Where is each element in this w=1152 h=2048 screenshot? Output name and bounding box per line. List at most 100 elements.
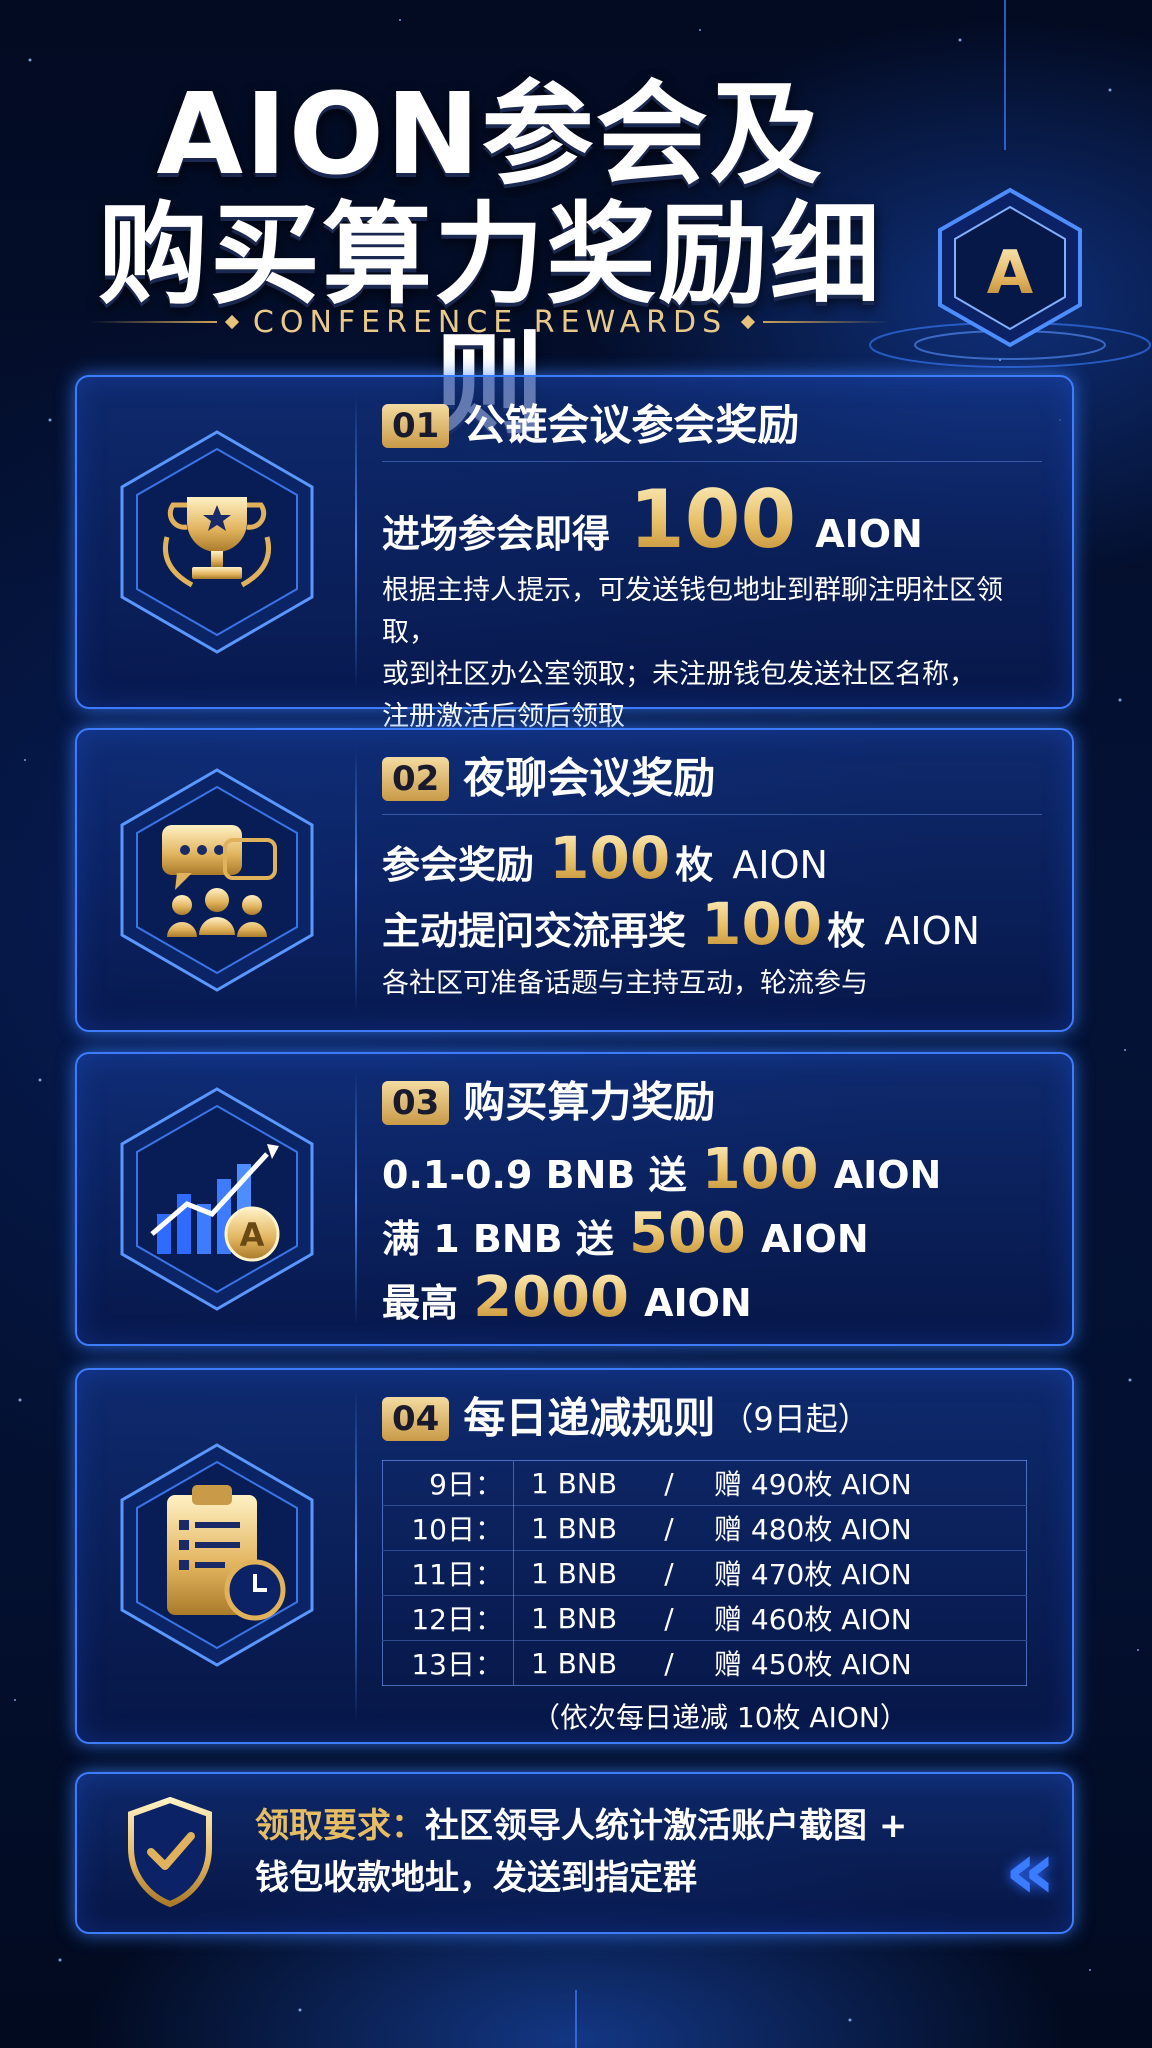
- table-cell-sep: /: [664, 1646, 674, 1680]
- section-content-04: 04 每日递减规则 （9日起） 9日： 1 BNB / 赠 490枚 AION 10…: [382, 1390, 1042, 1736]
- tier-token: AION: [644, 1281, 752, 1325]
- reward-prefix: 参会奖励: [382, 843, 535, 887]
- table-cell-gift: 赠 450枚 AION: [714, 1648, 912, 1681]
- reward-token: AION: [884, 909, 980, 953]
- reward-token: AION: [732, 843, 828, 887]
- table-cell-day: 10日：: [382, 1505, 514, 1551]
- section-number: 03: [382, 1080, 450, 1125]
- section-header: 01 公链会议参会奖励: [382, 397, 1042, 462]
- section-title: 购买算力奖励: [463, 1077, 716, 1127]
- table-cell-bnb: 1 BNB: [513, 1550, 634, 1596]
- desc-line: 根据主持人提示，可发送钱包地址到群聊注明社区领取，: [382, 575, 1003, 648]
- section-title: 夜聊会议奖励: [463, 753, 716, 803]
- subtitle-divider-left: [90, 321, 217, 323]
- section-number: 02: [382, 756, 450, 801]
- reward-amount: 100: [629, 473, 797, 566]
- requirement-card: 领取要求：社区领导人统计激活账户截图 + 钱包收款地址，发送到指定群 «: [75, 1772, 1074, 1934]
- section-header: 03 购买算力奖励: [382, 1074, 1042, 1138]
- card-divider: [355, 748, 357, 1012]
- svg-text:A: A: [240, 1216, 265, 1254]
- chevron-left-icon: «: [1004, 1824, 1056, 1917]
- table-cell-sep: /: [634, 1460, 704, 1506]
- section-card-01: 01 公链会议参会奖励 进场参会即得 100 AION 根据主持人提示，可发送钱包…: [75, 375, 1074, 732]
- reward-amount: 100: [549, 824, 671, 892]
- reward-prefix: 主动提问交流再奖: [382, 909, 687, 953]
- reward-prefix: 进场参会即得: [382, 512, 611, 556]
- reward-unit: AION: [815, 512, 923, 556]
- tier-token: AION: [833, 1153, 942, 1197]
- table-cell-gift: 赠 480枚 AION: [704, 1505, 1027, 1551]
- tier-prefix: 最高: [382, 1281, 459, 1325]
- reward-unit: 枚: [827, 909, 866, 953]
- logo-letter: A: [987, 238, 1034, 308]
- section-card-04: 04 每日递减规则 （9日起） 9日： 1 BNB / 赠 490枚 AION 10…: [75, 1368, 1074, 1744]
- tier-token: AION: [760, 1217, 869, 1261]
- table-cell-day: 9日：: [382, 1460, 514, 1506]
- tier-amount: 100: [701, 1137, 819, 1202]
- table-row: 9日： 1 BNB / 赠 490枚 AION: [382, 1460, 1027, 1506]
- section-title: 每日递减规则: [463, 1393, 716, 1443]
- poster: AION参会及 购买算力奖励细则 CONFERENCE REWARDS A: [0, 0, 1152, 2048]
- reward-line: 主动提问交流再奖 100 枚 AION: [382, 891, 1042, 957]
- aion-logo-icon: A: [938, 187, 1082, 348]
- table-cell-sep: /: [634, 1505, 704, 1551]
- section-content-01: 01 公链会议参会奖励 进场参会即得 100 AION 根据主持人提示，可发送钱包…: [382, 397, 1042, 738]
- tier-line: 0.1-0.9 BNB 送 100 AION: [382, 1138, 1042, 1202]
- table-cell-gift: 赠 470枚 AION: [704, 1550, 1027, 1596]
- desc-line: 或到社区办公室领取；未注册钱包发送社区名称，: [382, 659, 976, 690]
- table-row: 11日： 1 BNB / 赠 470枚 AION: [382, 1550, 1027, 1596]
- section-content-03: 03 购买算力奖励 0.1-0.9 BNB 送 100 AION 满 1 BNB …: [382, 1074, 1042, 1330]
- diamond-icon: [741, 314, 756, 330]
- table-cell-gift: 赠 490枚 AION: [704, 1460, 1027, 1506]
- reward-description: 各社区可准备话题与主持互动，轮流参与: [382, 968, 868, 999]
- table-cell-bnb: 1 BNB: [513, 1460, 634, 1506]
- table-row: 10日： 1 BNB / 赠 480枚 AION: [382, 1505, 1027, 1551]
- card-divider: [355, 1388, 357, 1724]
- page-title-line1: AION参会及: [156, 70, 824, 200]
- card-divider: [355, 395, 357, 689]
- clipboard-clock-icon: [120, 1443, 314, 1667]
- tier-prefix: 0.1-0.9 BNB 送: [382, 1153, 687, 1197]
- subtitle-divider-right: [763, 321, 891, 323]
- table-cell-gift: 赠 460枚 AION: [704, 1595, 1027, 1641]
- table-cell-bnb: 1 BNB: [513, 1505, 634, 1551]
- tier-line: 最高 2000 AION: [382, 1266, 1042, 1330]
- tier-amount: 500: [628, 1201, 746, 1266]
- section-header: 02 夜聊会议奖励: [382, 750, 1042, 815]
- table-row: 12日： 1 BNB / 赠 460枚 AION: [382, 1595, 1027, 1641]
- table-cell-day: 11日：: [382, 1550, 514, 1596]
- table-cell-bnb: 1 BNB: [513, 1595, 634, 1641]
- table-footnote: （依次每日递减 10枚 AION）: [532, 1701, 908, 1734]
- growth-chart-icon: A: [120, 1087, 314, 1311]
- card-divider: [355, 1072, 357, 1326]
- section-number: 04: [382, 1396, 450, 1441]
- page-subtitle: CONFERENCE REWARDS: [252, 304, 728, 340]
- diamond-icon: [224, 314, 239, 330]
- section-content-02: 02 夜聊会议奖励 参会奖励 100 枚 AION 主动提问交流再奖 100 枚 …: [382, 750, 1042, 1005]
- section-card-03: A 03 购买算力奖励 0.1-0.9 BNB 送 100 AION 满 1 BN…: [75, 1052, 1074, 1346]
- subtitle-row: CONFERENCE REWARDS: [90, 302, 891, 342]
- table-cell-day: 12日：: [382, 1595, 514, 1641]
- table-cell-day: 13日：: [382, 1640, 514, 1686]
- reward-description: 根据主持人提示，可发送钱包地址到群聊注明社区领取， 或到社区办公室领取；未注册钱…: [382, 570, 1042, 738]
- reward-line: 进场参会即得 100 AION: [382, 470, 1042, 570]
- chat-group-icon: [120, 768, 314, 992]
- shield-check-icon: [128, 1796, 212, 1908]
- section-title: 公链会议参会奖励: [463, 400, 800, 450]
- table-cell-sep: /: [634, 1550, 704, 1596]
- reward-amount: 100: [701, 890, 823, 958]
- section-title-note: （9日起）: [721, 1399, 870, 1438]
- tier-amount: 2000: [473, 1265, 629, 1330]
- table-cell-bnb: 1 BNB: [530, 1646, 618, 1680]
- tier-line: 满 1 BNB 送 500 AION: [382, 1202, 1042, 1266]
- reward-unit: 枚: [675, 843, 714, 887]
- tier-prefix: 满 1 BNB 送: [382, 1217, 614, 1261]
- requirement-label: 领取要求：: [255, 1806, 425, 1846]
- requirement-line1: 社区领导人统计激活账户截图 +: [425, 1806, 908, 1846]
- trophy-icon: [120, 430, 314, 654]
- table-cell-sep: /: [634, 1595, 704, 1641]
- section-number: 01: [382, 403, 450, 448]
- requirement-text: 领取要求：社区领导人统计激活账户截图 + 钱包收款地址，发送到指定群: [255, 1800, 907, 1904]
- requirement-line2: 钱包收款地址，发送到指定群: [255, 1858, 697, 1898]
- section-card-02: 02 夜聊会议奖励 参会奖励 100 枚 AION 主动提问交流再奖 100 枚 …: [75, 728, 1074, 1032]
